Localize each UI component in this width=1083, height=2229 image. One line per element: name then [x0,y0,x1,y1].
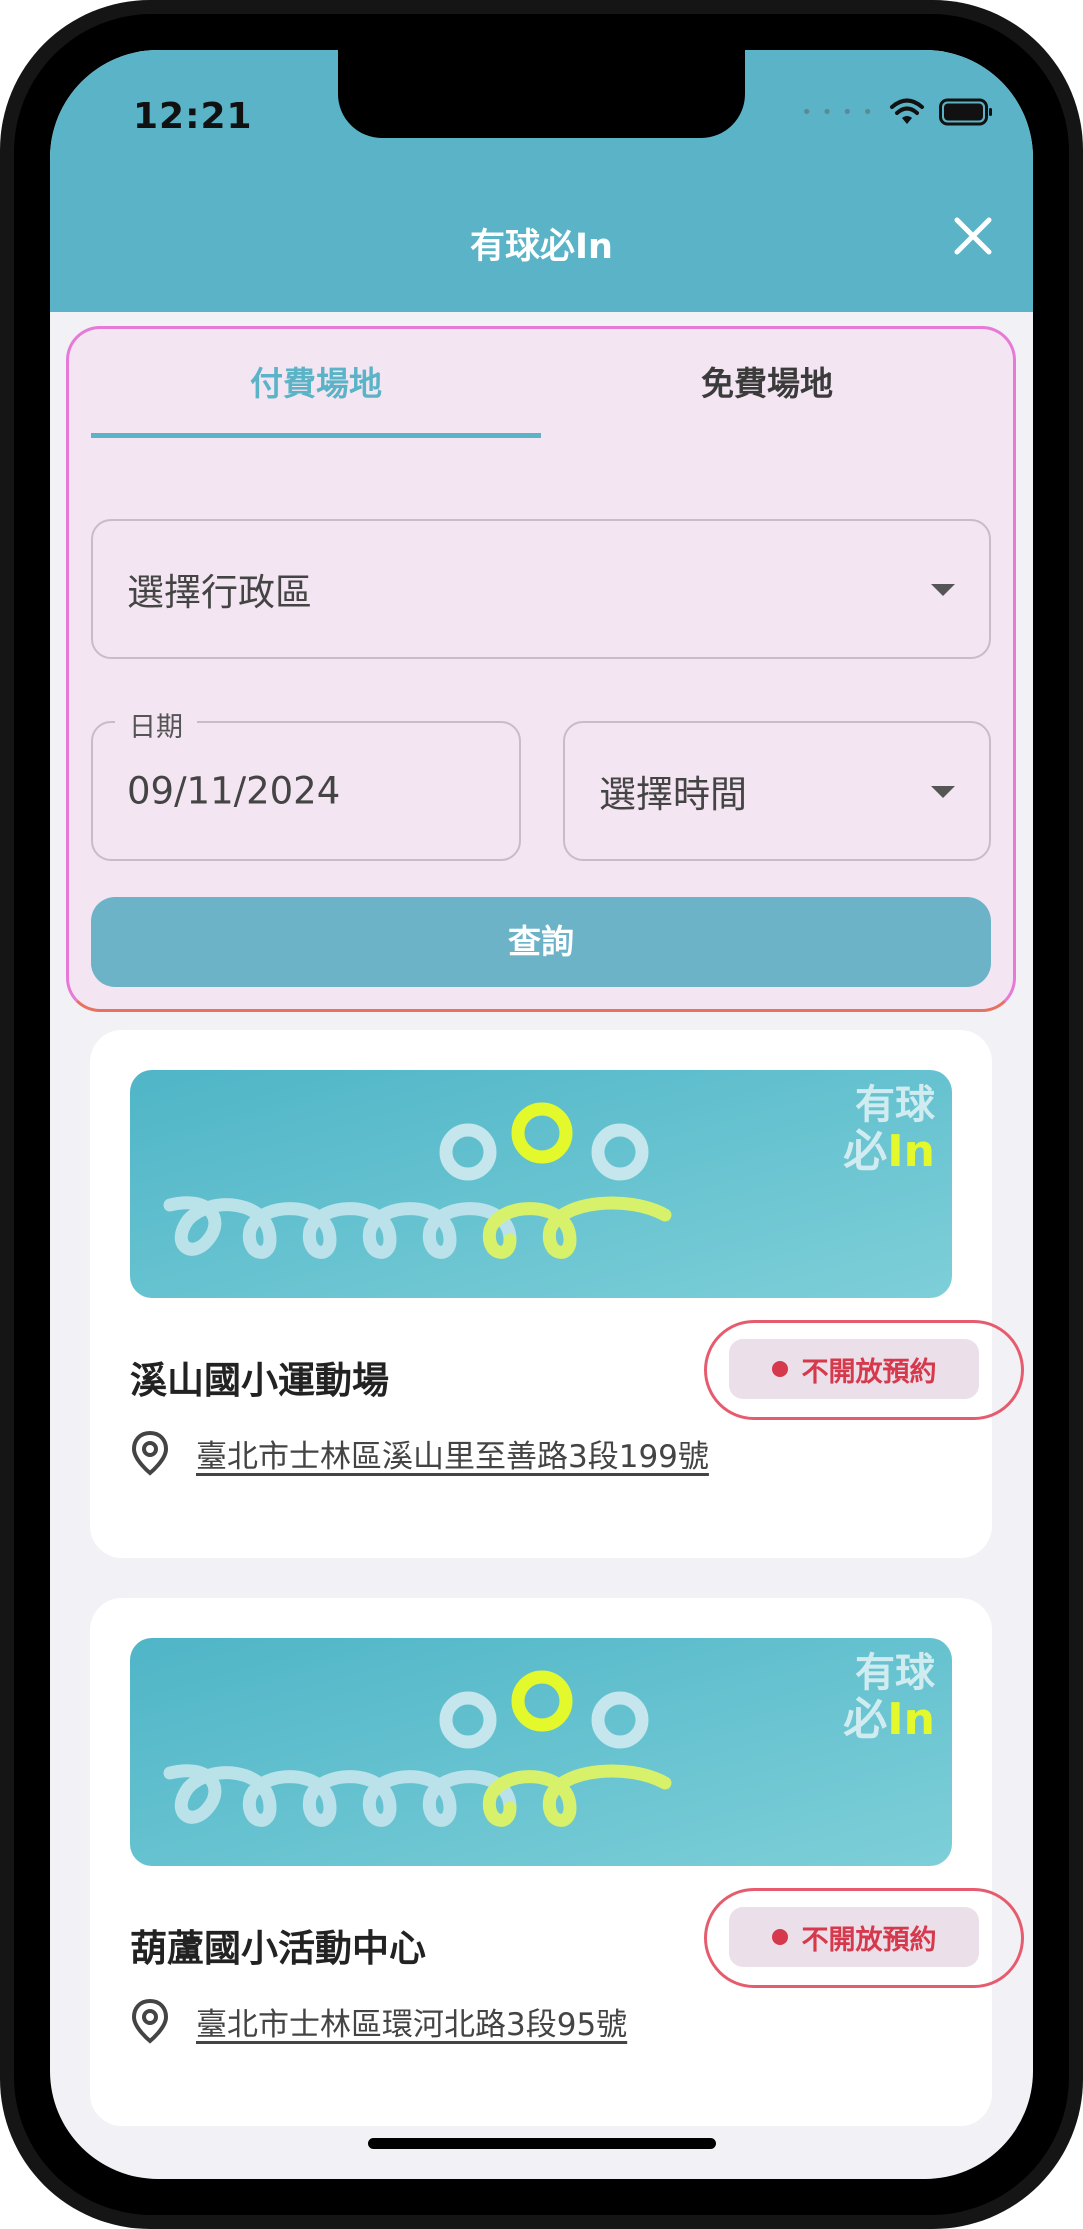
search-button[interactable]: 查詢 [91,897,991,987]
status-badge-label: 不開放預約 [801,1924,937,1956]
banner-logo-prefix: 必 [843,1694,887,1745]
svg-text:必In: 必In [843,1126,935,1177]
venue-address-link[interactable]: 臺北市士林區環河北路3段95號 [196,1999,627,2044]
volume-button [0,360,6,480]
tab-free-venues[interactable]: 免費場地 [542,357,992,405]
venue-card[interactable]: 有球 必In 溪山國小運動場 不開放預約 臺北市士林區溪山里至善路3段199號 [90,1030,1024,1558]
home-indicator[interactable] [368,2138,716,2149]
location-pin-icon [131,1430,169,1476]
power-button [1077,520,1083,720]
district-select-value: 選擇行政區 [127,571,312,614]
venue-banner-image: 有球 必In [130,1070,952,1298]
battery-icon [939,98,992,126]
status-dot-icon [771,1361,788,1377]
venue-name: 葫蘆國小活動中心 [130,1927,426,1970]
status-badge: 不開放預約 [729,1339,979,1399]
page-title: 有球必In [470,227,613,267]
status-badge-highlight: 不開放預約 [704,1888,1024,1988]
status-badge-highlight: 不開放預約 [704,1320,1024,1420]
banner-logo-suffix: In [887,1126,935,1177]
svg-text:必In: 必In [843,1694,935,1745]
dropdown-arrow-icon [931,584,955,596]
venue-card[interactable]: 有球 必In 葫蘆國小活動中心 不開放預約 臺北市士林區環河北路3段95號 [90,1598,1024,2126]
venue-banner-image: 有球 必In [130,1638,952,1866]
status-badge-label: 不開放預約 [801,1356,937,1388]
cellular-dots-icon: • • • • [801,101,875,123]
app-screen: 12:21 • • • • 有球必In 付費場地 免費場地 選擇行政區 日期 0… [50,50,1033,2179]
date-field-value: 09/11/2024 [127,769,341,813]
active-tab-indicator [91,433,541,438]
banner-logo-prefix: 必 [843,1126,887,1177]
district-select[interactable]: 選擇行政區 [91,519,991,659]
dropdown-arrow-icon [931,786,955,798]
time-select[interactable]: 選擇時間 [563,721,991,861]
banner-logo-line1: 有球 [855,1650,936,1696]
date-field-label: 日期 [115,705,197,744]
venue-name: 溪山國小運動場 [130,1359,389,1402]
close-icon[interactable] [949,212,997,260]
time-select-value: 選擇時間 [599,773,747,816]
tab-paid-venues[interactable]: 付費場地 [91,357,541,405]
address-row: 臺北市士林區溪山里至善路3段199號 [130,1430,709,1476]
status-dot-icon [771,1929,788,1945]
status-badge: 不開放預約 [729,1907,979,1967]
wifi-icon [890,98,924,124]
date-field[interactable]: 日期 09/11/2024 [91,705,521,861]
status-time: 12:21 [133,96,253,137]
location-pin-icon [131,1998,169,2044]
banner-logo-line1: 有球 [855,1082,936,1128]
venue-address-link[interactable]: 臺北市士林區溪山里至善路3段199號 [196,1431,709,1476]
banner-logo-suffix: In [887,1694,935,1745]
notch [338,50,745,138]
address-row: 臺北市士林區環河北路3段95號 [130,1998,627,2044]
status-icons: • • • • [801,98,993,126]
search-panel: 付費場地 免費場地 選擇行政區 日期 09/11/2024 選擇時間 查詢 [66,326,1016,1012]
